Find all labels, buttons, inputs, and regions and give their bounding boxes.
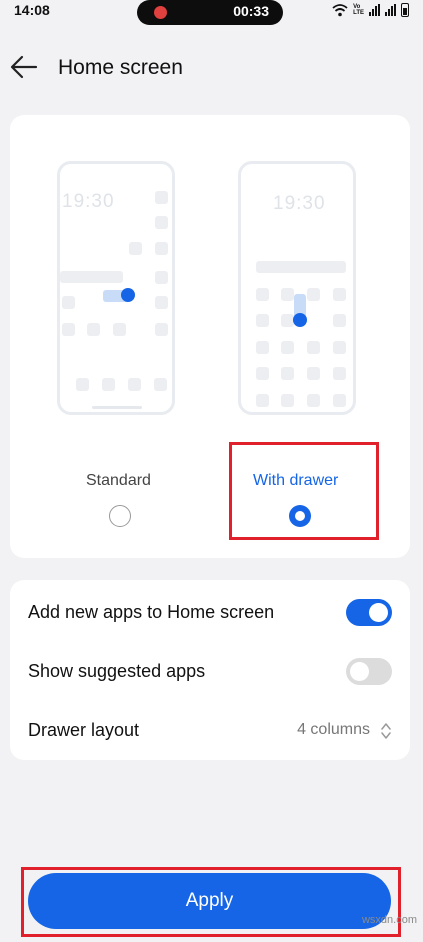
layout-options-card: 19:30 19:30 Standard With drawer xyxy=(10,115,410,558)
signal-icon-2 xyxy=(385,4,396,16)
add-new-apps-toggle[interactable] xyxy=(346,599,392,626)
highlight-box-apply xyxy=(21,867,401,937)
chevron-up-down-icon[interactable] xyxy=(380,721,392,741)
battery-icon xyxy=(401,3,409,17)
add-new-apps-label[interactable]: Add new apps to Home screen xyxy=(28,602,274,623)
back-arrow-icon[interactable] xyxy=(10,54,38,80)
header: Home screen xyxy=(0,44,423,90)
watermark: wsxdn.com xyxy=(361,914,417,926)
with-drawer-preview[interactable]: 19:30 xyxy=(238,161,356,415)
highlight-box-with-drawer xyxy=(229,442,379,540)
volte-icon: Vo LTE xyxy=(353,4,364,16)
wifi-icon xyxy=(332,4,348,17)
status-bar: 14:08 00:33 Vo LTE xyxy=(0,0,423,25)
signal-icon xyxy=(369,4,380,16)
status-icons: Vo LTE xyxy=(332,3,409,17)
standard-preview[interactable]: 19:30 xyxy=(57,161,175,415)
toggle-preview-icon xyxy=(293,313,307,327)
status-time: 14:08 xyxy=(14,2,50,18)
screen-recording-pill[interactable]: 00:33 xyxy=(137,0,283,25)
page-title: Home screen xyxy=(58,56,183,79)
drawer-layout-value[interactable]: 4 columns xyxy=(297,721,370,739)
settings-card: Add new apps to Home screen Show suggest… xyxy=(10,580,410,760)
show-suggested-apps-label[interactable]: Show suggested apps xyxy=(28,661,205,682)
show-suggested-apps-toggle[interactable] xyxy=(346,658,392,685)
preview-clock: 19:30 xyxy=(62,191,115,212)
standard-radio[interactable] xyxy=(109,505,131,527)
standard-option-label[interactable]: Standard xyxy=(86,472,151,490)
toggle-preview-icon xyxy=(121,288,135,302)
recording-time: 00:33 xyxy=(233,3,269,19)
drawer-layout-label[interactable]: Drawer layout xyxy=(28,720,139,741)
record-icon xyxy=(154,6,167,19)
preview-clock: 19:30 xyxy=(273,193,326,214)
